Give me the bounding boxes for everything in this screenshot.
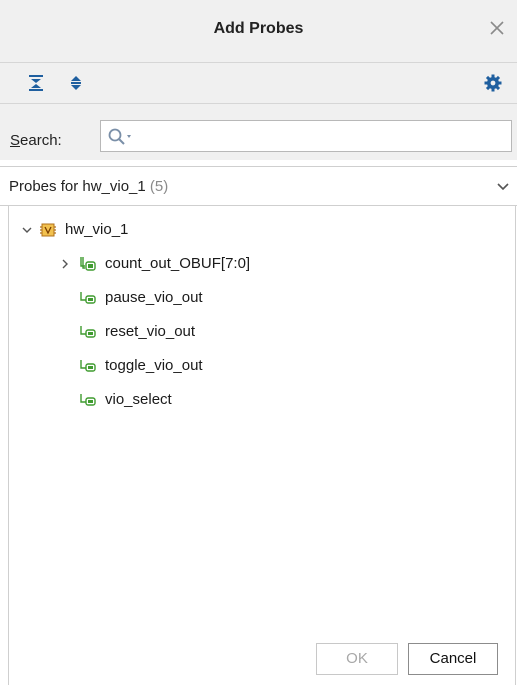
probe-tree: hw_vio_1 count_out_OBUF[7:0] pause_vio_o… [8,206,516,636]
tree-item-label: pause_vio_out [105,289,203,306]
tree-item-label: toggle_vio_out [105,357,203,374]
probes-dropdown-text: Probes for hw_vio_1 [9,178,146,195]
chevron-down-icon[interactable] [495,179,511,195]
tree-item-vio-select[interactable]: vio_select [79,388,339,412]
signal-probe-icon [79,324,97,340]
cancel-button[interactable]: Cancel [408,643,498,675]
probes-count: (5) [149,178,169,195]
gear-icon[interactable] [483,73,503,93]
signal-probe-icon [79,358,97,374]
expand-all-icon[interactable] [66,73,86,93]
tree-item-label: vio_select [105,391,172,408]
search-row: Search: [0,104,517,160]
search-icon[interactable] [107,127,135,147]
search-input[interactable] [139,125,503,149]
close-icon[interactable] [485,16,509,40]
collapse-all-icon[interactable] [26,73,46,93]
bus-probe-icon [79,256,97,272]
chevron-right-icon[interactable] [59,256,71,272]
dialog-title: Add Probes [213,20,304,37]
tree-item-count-out-obuf[interactable]: count_out_OBUF[7:0] [59,252,359,276]
search-label: Search: [10,132,62,149]
tree-root-label: hw_vio_1 [65,221,129,238]
search-field[interactable] [100,120,512,152]
tree-root-hw-vio-1[interactable]: hw_vio_1 [21,218,221,242]
probes-dropdown-label: Probes for hw_vio_1 (5) [9,178,168,195]
dialog-title-bar: Add Probes [0,0,517,63]
tree-item-toggle-vio-out[interactable]: toggle_vio_out [79,354,339,378]
tree-item-label: count_out_OBUF[7:0] [105,255,251,272]
probes-dropdown[interactable]: Probes for hw_vio_1 (5) [0,166,517,206]
chevron-down-icon[interactable] [21,222,33,238]
vio-core-icon [39,222,57,238]
tree-item-reset-vio-out[interactable]: reset_vio_out [79,320,339,344]
toolbar [0,63,517,104]
tree-item-pause-vio-out[interactable]: pause_vio_out [79,286,339,310]
signal-probe-icon [79,392,97,408]
dialog-footer: OK Cancel [8,636,516,685]
tree-item-label: reset_vio_out [105,323,196,340]
ok-button[interactable]: OK [316,643,398,675]
signal-probe-icon [79,290,97,306]
